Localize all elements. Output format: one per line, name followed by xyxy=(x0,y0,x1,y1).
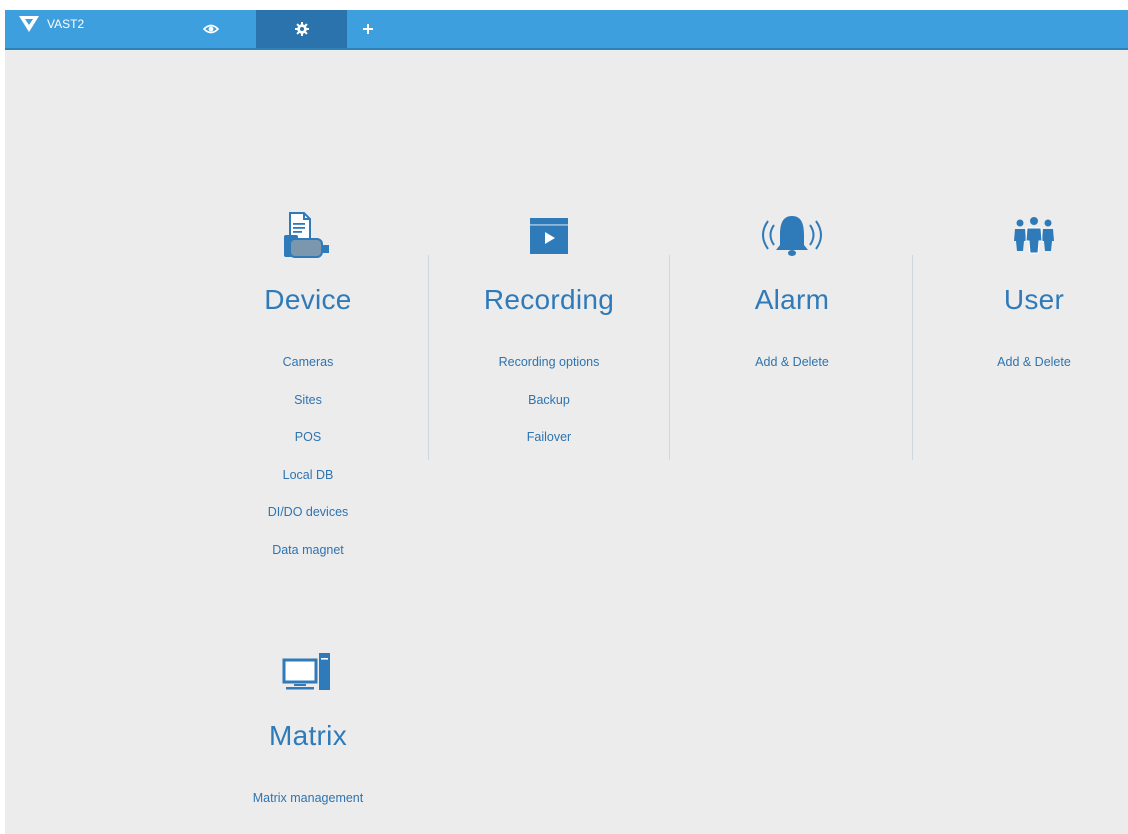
column-divider xyxy=(669,255,670,460)
cameras-link[interactable]: Cameras xyxy=(188,355,428,393)
matrix-management-link[interactable]: Matrix management xyxy=(188,791,428,829)
computer-icon xyxy=(188,646,428,696)
top-bar: VAST2 xyxy=(5,10,1128,50)
failover-link[interactable]: Failover xyxy=(429,430,669,468)
device-section: Device Cameras Sites POS Local DB DI/DO … xyxy=(188,210,428,581)
app-logo[interactable]: VAST2 xyxy=(19,16,84,32)
recording-section: Recording Recording options Backup Failo… xyxy=(429,210,669,468)
user-title: User xyxy=(1003,284,1065,315)
plus-icon xyxy=(363,24,373,34)
eye-icon xyxy=(203,24,219,34)
column-divider xyxy=(912,255,913,460)
device-title: Device xyxy=(264,284,352,315)
user-section: User Add & Delete xyxy=(914,210,1128,393)
alarm-title: Alarm xyxy=(754,284,830,315)
local-db-link[interactable]: Local DB xyxy=(188,468,428,506)
users-icon xyxy=(914,210,1128,260)
alarm-add-delete-link[interactable]: Add & Delete xyxy=(672,355,912,393)
alarm-section: Alarm Add & Delete xyxy=(672,210,912,393)
device-icon xyxy=(188,210,428,260)
recording-options-link[interactable]: Recording options xyxy=(429,355,669,393)
window-top-border xyxy=(0,0,1128,10)
window-left-border xyxy=(0,0,5,834)
data-magnet-link[interactable]: Data magnet xyxy=(188,543,428,581)
app-name: VAST2 xyxy=(47,17,85,31)
backup-link[interactable]: Backup xyxy=(429,393,669,431)
tab-settings[interactable] xyxy=(256,10,347,48)
add-tab-button[interactable] xyxy=(355,10,381,48)
recording-icon xyxy=(429,210,669,260)
dido-devices-link[interactable]: DI/DO devices xyxy=(188,505,428,543)
vivotek-logo-icon xyxy=(19,16,39,32)
tab-liveview[interactable] xyxy=(192,10,230,48)
sites-link[interactable]: Sites xyxy=(188,393,428,431)
alarm-bell-icon xyxy=(672,210,912,260)
gear-icon xyxy=(294,22,309,36)
user-add-delete-link[interactable]: Add & Delete xyxy=(914,355,1128,393)
matrix-section: Matrix Matrix management xyxy=(188,646,428,829)
pos-link[interactable]: POS xyxy=(188,430,428,468)
matrix-title: Matrix xyxy=(268,720,348,751)
recording-title: Recording xyxy=(483,284,615,315)
